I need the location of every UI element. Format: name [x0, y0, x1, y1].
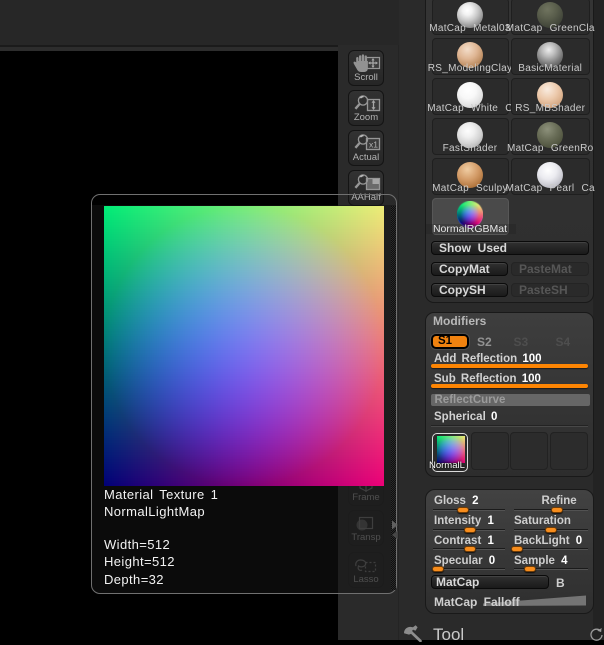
svg-text:x1: x1	[369, 140, 378, 150]
